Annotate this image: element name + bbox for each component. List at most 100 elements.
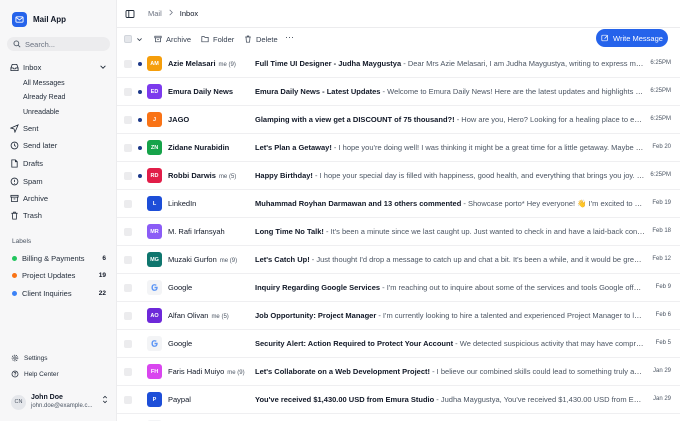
topbar: Mail Inbox (117, 0, 680, 28)
nav-send-later[interactable]: Send later (9, 138, 109, 152)
nav-archive[interactable]: Archive (9, 191, 109, 205)
row-checkbox[interactable] (124, 228, 132, 236)
help-center-link[interactable]: Help Center (11, 368, 59, 380)
sender-name: Muzaki Gurfon me (9) (168, 255, 238, 264)
row-checkbox[interactable] (124, 368, 132, 376)
folder-icon (201, 36, 209, 43)
label-name: Client Inquiries (22, 288, 72, 298)
row-checkbox[interactable] (124, 200, 132, 208)
breadcrumb: Mail Inbox (148, 9, 198, 18)
email-row[interactable]: MR M. Rafi Irfansyah Long Time No Talk! - … (117, 218, 680, 246)
email-preview: - It's been a minute since we last caugh… (323, 227, 645, 236)
thread-count: me (9) (218, 62, 236, 68)
sender-avatar: L (147, 196, 162, 211)
folder-button[interactable]: Folder (201, 33, 234, 45)
row-checkbox[interactable] (124, 340, 132, 348)
email-row[interactable]: J JAGO Glamping with a view get a DISCOUNT… (117, 106, 680, 134)
email-row[interactable]: AM Azie Melasari me (9) Full Time UI Design… (117, 50, 680, 78)
email-subject: Job Opportunity: Project Manager (255, 311, 377, 320)
sender-name: LinkedIn (168, 199, 197, 208)
email-row[interactable] (117, 414, 680, 421)
sender-name: Faris Hadi Muiyo me (9) (168, 367, 245, 376)
email-row[interactable]: Google Security Alert: Action Required to… (117, 330, 680, 358)
trash-icon (9, 211, 20, 220)
label-count: 19 (98, 271, 106, 279)
row-checkbox[interactable] (124, 256, 132, 264)
email-preview: - We detected suspicious activity that m… (455, 339, 645, 348)
nav-already-read[interactable]: Already Read (23, 91, 65, 103)
sidebar-toggle-icon[interactable] (125, 9, 135, 21)
nav-spam[interactable]: Spam (9, 174, 109, 188)
label-billing[interactable]: Billing & Payments 6 (12, 252, 108, 264)
email-time: 6:25PM (650, 172, 671, 178)
email-row[interactable]: FH Faris Hadi Muiyo me (9) Let's Collaborat… (117, 358, 680, 386)
email-preview: - Judha Maygustya, You've received $1,43… (436, 395, 645, 404)
email-subject: Let's Plan a Getaway! (255, 143, 332, 152)
nav-all-messages[interactable]: All Messages (23, 77, 65, 89)
alert-icon (9, 177, 20, 186)
chevron-down-icon[interactable] (136, 36, 143, 45)
send-icon (9, 123, 20, 133)
nav-trash-label: Trash (23, 210, 42, 220)
email-subject: Happy Birthday! (255, 171, 313, 180)
clock-icon (9, 141, 20, 150)
row-checkbox[interactable] (124, 144, 132, 152)
email-subject-line: Full Time UI Designer - Judha Maygustya … (255, 59, 645, 68)
email-preview: - Dear Mrs Azie Melasari, I am Judha May… (403, 59, 645, 68)
email-time: Feb 19 (652, 200, 671, 206)
archive-icon (154, 35, 162, 43)
search-box[interactable] (7, 37, 110, 51)
email-time: 6:25PM (650, 88, 671, 94)
row-checkbox[interactable] (124, 172, 132, 180)
file-icon (9, 158, 20, 168)
email-row[interactable]: ED Emura Daily News Emura Daily News - Lat… (117, 78, 680, 106)
email-time: Jan 29 (652, 396, 671, 402)
email-row[interactable]: Google Inquiry Regarding Google Services … (117, 274, 680, 302)
delete-button[interactable]: Delete (244, 33, 278, 45)
email-subject: Let's Collaborate on a Web Development P… (255, 367, 431, 376)
label-name: Project Updates (22, 270, 76, 280)
write-message-button[interactable]: Write Message (596, 29, 668, 47)
sender-avatar: MG (147, 252, 162, 267)
row-checkbox[interactable] (124, 116, 132, 124)
nav-drafts[interactable]: Drafts (9, 156, 109, 170)
archive-button[interactable]: Archive (154, 33, 191, 45)
chevron-updown-icon (101, 395, 109, 406)
trash-icon (245, 35, 251, 43)
breadcrumb-mail[interactable]: Mail (148, 9, 162, 18)
nav-sent[interactable]: Sent (9, 121, 109, 135)
email-subject-line: You've received $1,430.00 USD from Emura… (255, 395, 645, 404)
thread-count: me (9) (227, 370, 245, 376)
label-project-updates[interactable]: Project Updates 19 (12, 269, 108, 281)
sender-avatar: AM (147, 56, 162, 71)
row-checkbox[interactable] (124, 88, 132, 96)
search-input[interactable] (25, 39, 105, 49)
row-checkbox[interactable] (124, 284, 132, 292)
sender-avatar: MR (147, 224, 162, 239)
nav-inbox[interactable]: Inbox (9, 60, 109, 74)
select-all-checkbox[interactable] (124, 35, 132, 43)
nav-drafts-label: Drafts (23, 158, 44, 168)
email-time: 6:25PM (650, 60, 671, 66)
settings-link[interactable]: Settings (11, 352, 48, 364)
sender-name: Google (168, 283, 193, 292)
nav-trash[interactable]: Trash (9, 208, 109, 222)
email-row[interactable]: MG Muzaki Gurfon me (9) Let's Catch Up! - J… (117, 246, 680, 274)
row-checkbox[interactable] (124, 396, 132, 404)
row-checkbox[interactable] (124, 60, 132, 68)
email-time: Feb 6 (655, 312, 671, 318)
label-client-inquiries[interactable]: Client Inquiries 22 (12, 287, 108, 299)
more-button[interactable]: ··· (285, 32, 294, 42)
nav-unreadable[interactable]: Unreadable (23, 106, 59, 118)
row-checkbox[interactable] (124, 312, 132, 320)
sender-name: Azie Melasari me (9) (168, 59, 236, 68)
user-menu[interactable]: CN John Doe john.doe@example.c... (11, 392, 109, 412)
email-row[interactable]: P Paypal You've received $1,430.00 USD fro… (117, 386, 680, 414)
email-row[interactable]: L LinkedIn Muhammad Royhan Darmawan and 13… (117, 190, 680, 218)
email-time: 6:25PM (650, 116, 671, 122)
brand[interactable]: Mail App (12, 12, 66, 27)
email-list: AM Azie Melasari me (9) Full Time UI Design… (117, 50, 680, 421)
email-row[interactable]: RD Robbi Darwis me (5) Happy Birthday! - I … (117, 162, 680, 190)
email-row[interactable]: ZN Zidane Nurabidin Let's Plan a Getaway! … (117, 134, 680, 162)
email-row[interactable]: AO Alfan Olivan me (5) Job Opportunity: Pro… (117, 302, 680, 330)
